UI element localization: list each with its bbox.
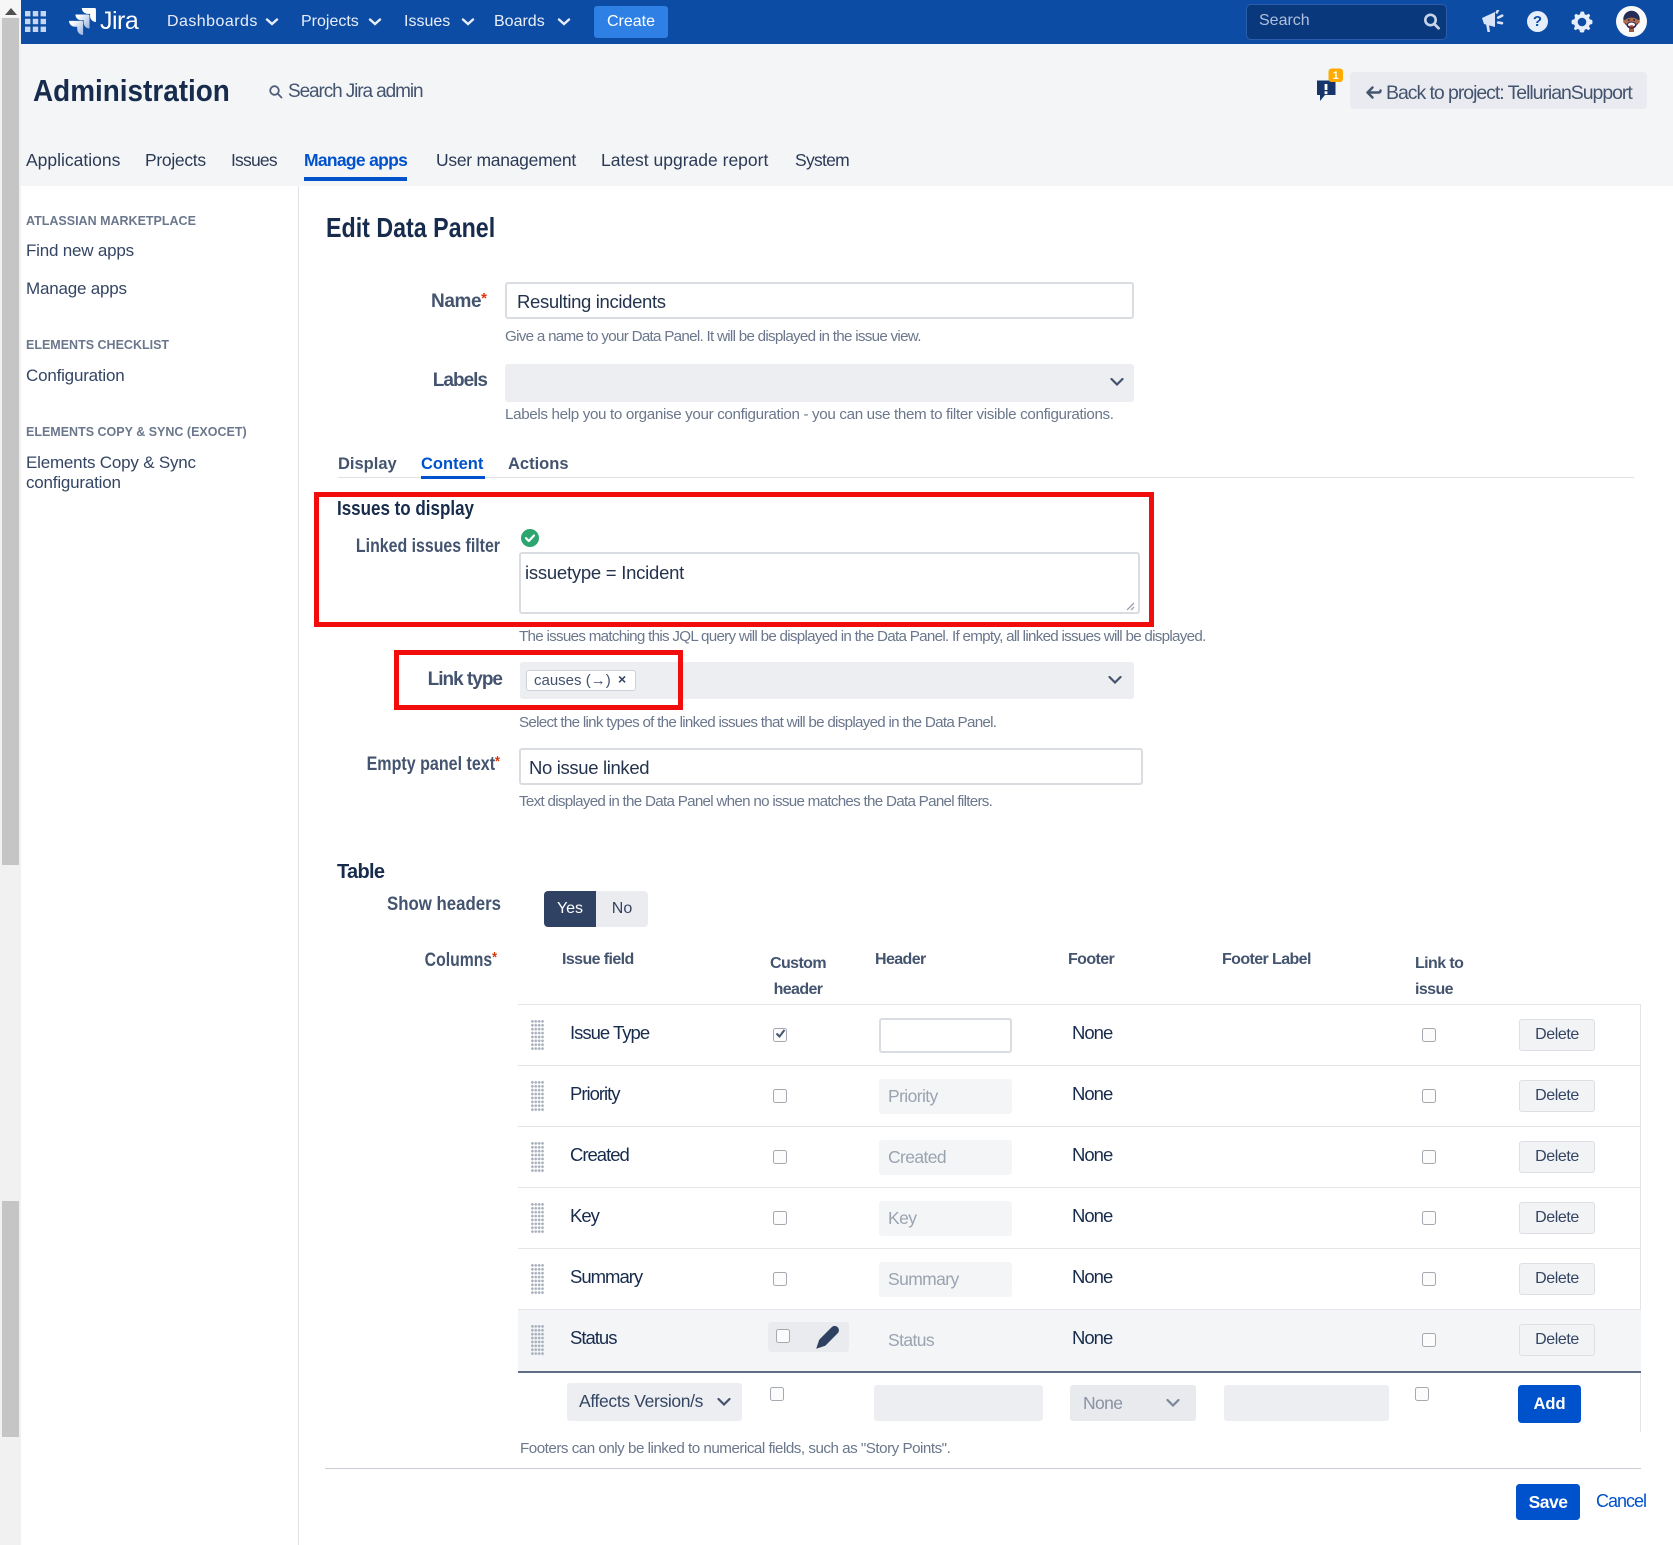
svg-text:1: 1 (1333, 70, 1339, 82)
